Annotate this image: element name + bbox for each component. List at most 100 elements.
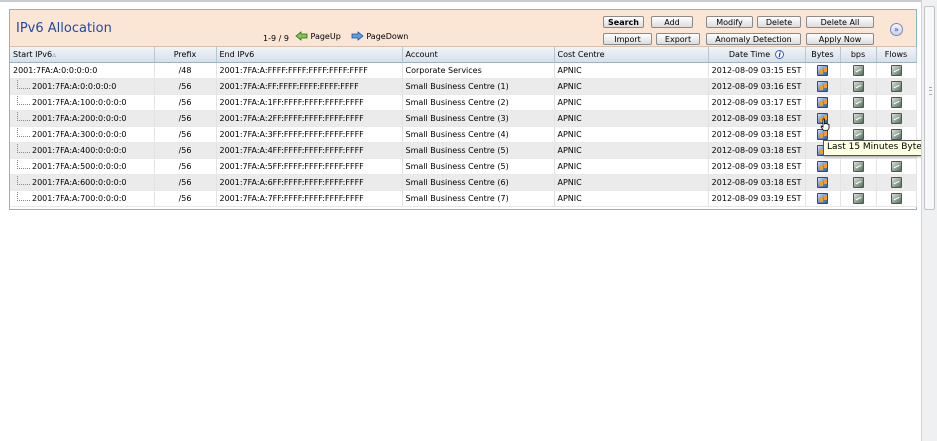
info-icon[interactable]: i <box>775 50 785 59</box>
cell-start-text: 2001:7FA:A:600:0:0:0:0 <box>32 178 127 187</box>
page-up-button[interactable]: PageUp <box>295 31 344 41</box>
cell-end: 2001:7FA:A:FFFF:FFFF:FFFF:FFFF:FFFF <box>216 62 403 79</box>
page-title: IPv6 Allocation <box>16 21 112 36</box>
col-cost-centre[interactable]: Cost Centre <box>554 47 709 63</box>
bps-graph-icon[interactable] <box>852 81 864 92</box>
flows-graph-icon[interactable] <box>890 129 902 140</box>
cell-date-text: 2012-08-09 03:15 EST <box>711 66 802 75</box>
table-row[interactable]: 2001:7FA:A:300:0:0:0:0/56 2001:7FA:A:3FF:… <box>10 126 917 143</box>
col-prefix[interactable]: Prefix <box>154 47 217 63</box>
cell-date: 2012-08-09 03:18 EST <box>708 126 806 143</box>
cell-bps <box>840 174 877 191</box>
flows-graph-icon[interactable] <box>890 193 902 204</box>
cell-end: 2001:7FA:A:FF:FFFF:FFFF:FFFF:FFFF <box>216 78 403 95</box>
cell-cost: APNIC <box>554 110 709 127</box>
cell-date-text: 2012-08-09 03:19 EST <box>711 194 802 203</box>
cell-cost-text: APNIC <box>557 98 582 107</box>
table-row[interactable]: 2001:7FA:A:600:0:0:0:0/56 2001:7FA:A:6FF:… <box>10 174 917 191</box>
col-end-ipv6[interactable]: End IPv6 <box>216 47 403 63</box>
table-row[interactable]: 2001:7FA:A:500:0:0:0:0/56 2001:7FA:A:5FF:… <box>10 158 917 175</box>
cell-start-text: 2001:7FA:A:100:0:0:0:0 <box>32 98 127 107</box>
scrollbar-thumb[interactable] <box>924 6 935 210</box>
col-flows[interactable]: Flows <box>876 47 917 63</box>
bps-graph-icon[interactable] <box>852 65 864 76</box>
col-start-ipv6[interactable]: Start IPv6▵ <box>10 47 155 63</box>
add-button[interactable]: Add <box>651 16 693 28</box>
col-bytes[interactable]: Bytes <box>805 47 841 63</box>
cell-cost-text: APNIC <box>557 82 582 91</box>
bps-graph-icon[interactable] <box>852 193 864 204</box>
cell-start-text: 2001:7FA:A:0:0:0:0:0 <box>13 66 98 75</box>
cell-cost: APNIC <box>554 158 709 175</box>
cell-start-text: 2001:7FA:A:300:0:0:0:0 <box>32 130 127 139</box>
cell-start-text: 2001:7FA:A:400:0:0:0:0 <box>32 146 127 155</box>
cell-start: 2001:7FA:A:100:0:0:0:0 <box>10 94 155 111</box>
cell-flows <box>876 78 917 95</box>
bytes-graph-icon[interactable] <box>817 65 828 76</box>
cell-prefix-text: /56 <box>178 146 192 155</box>
cell-bps <box>840 94 877 111</box>
bps-graph-icon[interactable] <box>852 97 864 108</box>
sort-ascending-icon: ▵ <box>52 50 57 59</box>
table-row[interactable]: 2001:7FA:A:0:0:0:0:0/48 2001:7FA:A:FFFF:F… <box>10 62 917 79</box>
cell-cost-text: APNIC <box>557 66 582 75</box>
delete-button[interactable]: Delete <box>757 16 801 28</box>
bytes-graph-icon[interactable] <box>817 161 828 172</box>
cell-end-text: 2001:7FA:A:FFFF:FFFF:FFFF:FFFF:FFFF <box>219 66 368 75</box>
flows-graph-icon[interactable] <box>890 65 902 76</box>
search-button[interactable]: Search <box>603 16 644 28</box>
collapse-chevron-icon[interactable]: » <box>890 23 903 36</box>
ipv6-allocation-panel: IPv6 Allocation 1-9 / 9 PageUp PageDown … <box>9 9 917 210</box>
cell-account: Small Business Centre (1) <box>402 78 555 95</box>
table-row[interactable]: 2001:7FA:A:0:0:0:0:0/56 2001:7FA:A:FF:FFF… <box>10 78 917 95</box>
bps-graph-icon[interactable] <box>852 113 864 124</box>
flows-graph-icon[interactable] <box>890 161 902 172</box>
tree-connector-icon <box>17 176 30 185</box>
vertical-scrollbar[interactable] <box>921 0 937 441</box>
apply-now-button[interactable]: Apply Now <box>806 33 874 45</box>
table-row[interactable]: 2001:7FA:A:700:0:0:0:0/56 2001:7FA:A:7FF:… <box>10 190 917 207</box>
cell-account: Small Business Centre (4) <box>402 126 555 143</box>
page-up-arrow-icon <box>295 31 308 41</box>
page-range: 1-9 / 9 <box>263 34 289 43</box>
cell-end-text: 2001:7FA:A:6FF:FFFF:FFFF:FFFF:FFFF <box>219 178 364 187</box>
delete-all-button[interactable]: Delete All <box>806 16 874 28</box>
flows-graph-icon[interactable] <box>890 81 902 92</box>
cell-prefix-text: /56 <box>178 130 192 139</box>
cell-cost: APNIC <box>554 94 709 111</box>
export-button[interactable]: Export <box>656 33 700 45</box>
bps-graph-icon[interactable] <box>852 177 864 188</box>
cell-end: 2001:7FA:A:1FF:FFFF:FFFF:FFFF:FFFF <box>216 94 403 111</box>
bytes-graph-icon[interactable] <box>817 81 828 92</box>
table-row[interactable]: 2001:7FA:A:100:0:0:0:0/56 2001:7FA:A:1FF:… <box>10 94 917 111</box>
bytes-graph-icon[interactable] <box>817 97 828 108</box>
table-row[interactable]: 2001:7FA:A:400:0:0:0:0/56 2001:7FA:A:4FF:… <box>10 142 917 159</box>
bytes-graph-icon[interactable] <box>817 177 828 188</box>
cell-prefix-text: /56 <box>178 194 192 203</box>
bps-graph-icon[interactable] <box>852 161 864 172</box>
cell-end-text: 2001:7FA:A:4FF:FFFF:FFFF:FFFF:FFFF <box>219 146 364 155</box>
cell-prefix: /48 <box>154 62 217 79</box>
cell-prefix: /56 <box>154 174 217 191</box>
flows-graph-icon[interactable] <box>890 177 902 188</box>
flows-graph-icon[interactable] <box>890 113 902 124</box>
col-account[interactable]: Account <box>402 47 555 63</box>
page-down-button[interactable]: PageDown <box>351 31 412 41</box>
flows-graph-icon[interactable] <box>890 97 902 108</box>
top-border <box>0 0 921 2</box>
cell-end: 2001:7FA:A:6FF:FFFF:FFFF:FFFF:FFFF <box>216 174 403 191</box>
tree-connector-icon <box>17 96 30 105</box>
col-date-time[interactable]: Date Time i <box>708 47 806 63</box>
anomaly-detection-button[interactable]: Anomaly Detection <box>706 33 801 45</box>
bps-graph-icon[interactable] <box>852 129 864 140</box>
cell-account-text: Small Business Centre (7) <box>405 194 509 203</box>
cell-cost-text: APNIC <box>557 162 582 171</box>
cell-start: 2001:7FA:A:0:0:0:0:0 <box>10 62 155 79</box>
import-button[interactable]: Import <box>603 33 652 45</box>
modify-button[interactable]: Modify <box>706 16 753 28</box>
table-row[interactable]: 2001:7FA:A:200:0:0:0:0/56 2001:7FA:A:2FF:… <box>10 110 917 127</box>
bytes-graph-icon[interactable] <box>817 193 828 204</box>
cell-bps <box>840 158 877 175</box>
col-bps[interactable]: bps <box>840 47 877 63</box>
cell-bps <box>840 110 877 127</box>
